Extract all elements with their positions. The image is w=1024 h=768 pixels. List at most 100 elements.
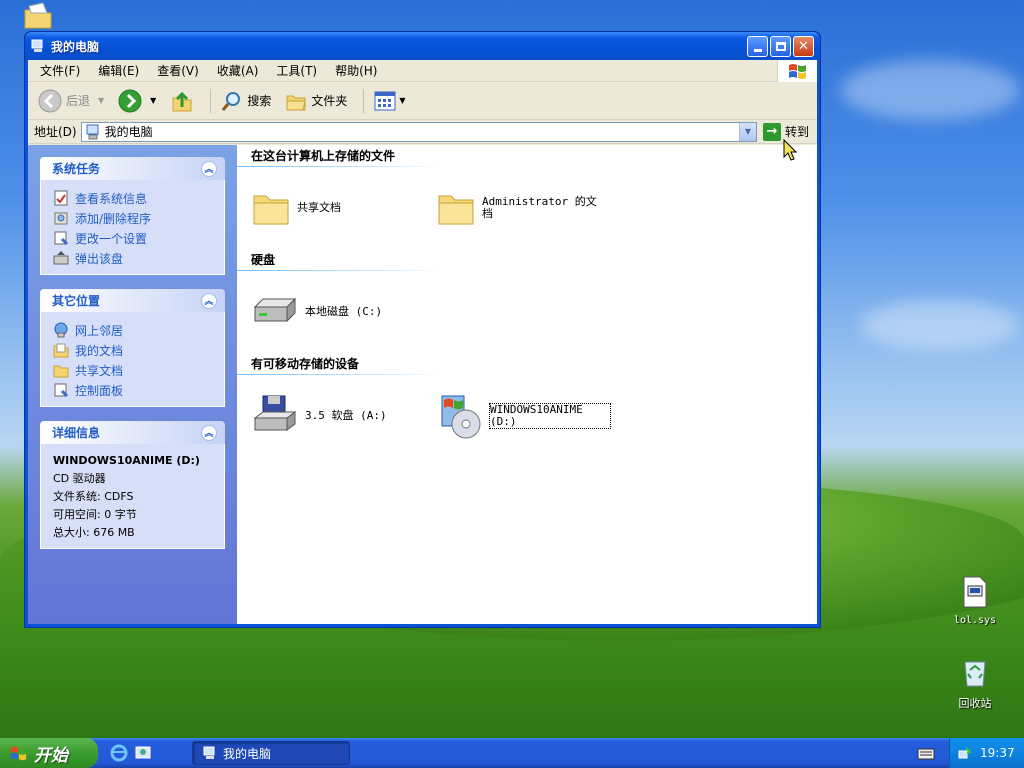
details-name: WINDOWS10ANIME (D:): [53, 454, 200, 467]
menu-favorites[interactable]: 收藏(A): [211, 62, 265, 79]
item-floppy-a[interactable]: 3.5 软盘 (A:): [251, 394, 436, 438]
windows-flag-icon: [788, 64, 806, 79]
item-label: Administrator 的文档: [482, 195, 597, 220]
views-icon: [374, 91, 396, 110]
system-tray: 19:37: [949, 738, 1024, 768]
start-label: 开始: [34, 745, 68, 766]
collapse-icon[interactable]: ︽: [201, 424, 217, 441]
network-icon: [54, 322, 68, 338]
up-button[interactable]: [166, 87, 198, 115]
mouse-pointer-icon: [783, 139, 797, 161]
forward-arrow-icon: [118, 89, 142, 112]
place-control-panel[interactable]: 控制面板: [53, 380, 212, 400]
search-button[interactable]: 搜索: [217, 88, 275, 114]
task-pane: 系统任务 ︽ 查看系统信息 添加/删除程序 更改一个设置 弹出该盘 其它位置 ︽…: [28, 145, 237, 624]
sky-cloud: [840, 60, 1020, 120]
system-tasks-header[interactable]: 系统任务 ︽: [40, 157, 225, 180]
folder-icon: [53, 365, 69, 378]
desktop-recycle-label: 回收站: [958, 697, 992, 710]
sky-cloud: [860, 300, 1020, 350]
menu-edit[interactable]: 编辑(E): [92, 62, 145, 79]
go-button[interactable]: → 转到: [762, 122, 809, 141]
folders-button[interactable]: 文件夹: [281, 88, 351, 114]
toolbar-separator: [210, 88, 212, 113]
go-arrow-icon: →: [762, 122, 781, 141]
show-desktop-icon[interactable]: [134, 744, 152, 762]
close-icon: ✕: [798, 38, 809, 54]
forward-dropdown-icon[interactable]: ▼: [150, 96, 156, 105]
explorer-window: 我的电脑 ✕ 文件(F) 编辑(E) 查看(V) 收藏(A) 工具(T) 帮助(…: [24, 31, 821, 628]
control-panel-icon: [54, 383, 69, 398]
menu-help[interactable]: 帮助(H): [329, 62, 383, 79]
collapse-icon[interactable]: ︽: [201, 160, 217, 177]
panel-title: 系统任务: [52, 162, 101, 176]
forward-button[interactable]: ▼: [114, 87, 160, 115]
task-label: 查看系统信息: [75, 191, 148, 206]
address-value: 我的电脑: [104, 125, 153, 139]
collapse-icon[interactable]: ︽: [201, 292, 217, 309]
task-view-system-info[interactable]: 查看系统信息: [53, 188, 212, 208]
details-type: CD 驱动器: [53, 472, 106, 485]
maximize-button[interactable]: [770, 35, 791, 57]
task-label: 更改一个设置: [75, 231, 148, 246]
details-total-size: 总大小: 676 MB: [53, 526, 135, 539]
item-local-disk-c[interactable]: 本地磁盘 (C:): [251, 295, 436, 329]
back-button[interactable]: 后退 ▼: [34, 87, 108, 115]
network-status-icon[interactable]: [958, 746, 972, 760]
task-add-remove-programs[interactable]: 添加/删除程序: [53, 208, 212, 228]
my-computer-icon: [31, 39, 43, 52]
desktop-folder-icon[interactable]: [22, 2, 54, 33]
group-items-removable: 3.5 软盘 (A:) WINDOWS10ANIME (D:): [251, 375, 803, 457]
my-computer-icon: [86, 124, 99, 139]
menu-tools[interactable]: 工具(T): [270, 62, 323, 79]
task-eject-disc[interactable]: 弹出该盘: [53, 248, 212, 268]
folder-icon: [253, 195, 289, 225]
other-places-header[interactable]: 其它位置 ︽: [40, 289, 225, 312]
clock[interactable]: 19:37: [980, 746, 1015, 760]
menu-view[interactable]: 查看(V): [151, 62, 205, 79]
system-info-icon: [54, 190, 68, 206]
panel-title: 详细信息: [52, 426, 101, 440]
minimize-button[interactable]: [747, 35, 768, 57]
system-file-icon: [963, 576, 987, 608]
place-label: 共享文档: [75, 363, 124, 378]
address-input[interactable]: 我的电脑 ▼: [80, 121, 757, 142]
search-label: 搜索: [247, 94, 272, 108]
address-dropdown-button[interactable]: ▼: [738, 122, 756, 141]
views-button[interactable]: ▼: [370, 89, 409, 113]
details-header[interactable]: 详细信息 ︽: [40, 421, 225, 444]
place-my-documents[interactable]: 我的文档: [53, 340, 212, 360]
internet-explorer-icon[interactable]: [110, 744, 128, 762]
place-label: 控制面板: [75, 383, 124, 398]
item-admin-documents[interactable]: Administrator 的文档: [436, 188, 621, 228]
place-label: 网上邻居: [75, 323, 124, 338]
taskbar: 开始 我的电脑 19:37: [0, 738, 1024, 768]
start-button[interactable]: 开始: [0, 738, 98, 768]
close-button[interactable]: ✕: [793, 35, 814, 57]
item-shared-documents[interactable]: 共享文档: [251, 188, 436, 228]
window-title: 我的电脑: [51, 39, 100, 54]
task-label: 弹出该盘: [75, 251, 124, 266]
menu-file[interactable]: 文件(F): [34, 62, 86, 79]
folder-icon: [24, 2, 52, 29]
keyboard-icon[interactable]: [917, 745, 935, 761]
item-cd-drive-d[interactable]: WINDOWS10ANIME (D:): [436, 392, 621, 440]
desktop-file-lol-sys[interactable]: lol.sys: [940, 576, 1010, 626]
place-network[interactable]: 网上邻居: [53, 320, 212, 340]
desktop-recycle-bin[interactable]: 回收站: [940, 656, 1010, 711]
place-shared-documents[interactable]: 共享文档: [53, 360, 212, 380]
chevron-down-icon: ▼: [744, 127, 752, 136]
menu-bar: 文件(F) 编辑(E) 查看(V) 收藏(A) 工具(T) 帮助(H): [28, 60, 817, 82]
my-computer-icon: [203, 746, 215, 759]
hard-drive-icon: [253, 297, 297, 323]
back-dropdown-icon[interactable]: ▼: [98, 96, 104, 105]
place-label: 我的文档: [75, 343, 124, 358]
views-dropdown-icon: ▼: [399, 96, 406, 105]
toolbar-separator: [363, 88, 365, 113]
task-change-setting[interactable]: 更改一个设置: [53, 228, 212, 248]
taskbar-item-my-computer[interactable]: 我的电脑: [192, 741, 350, 765]
details-filesystem: 文件系统: CDFS: [53, 490, 134, 503]
window-titlebar[interactable]: 我的电脑 ✕: [25, 32, 820, 60]
system-tasks-body: 查看系统信息 添加/删除程序 更改一个设置 弹出该盘: [40, 180, 225, 275]
group-title-removable: 有可移动存储的设备: [251, 357, 360, 371]
